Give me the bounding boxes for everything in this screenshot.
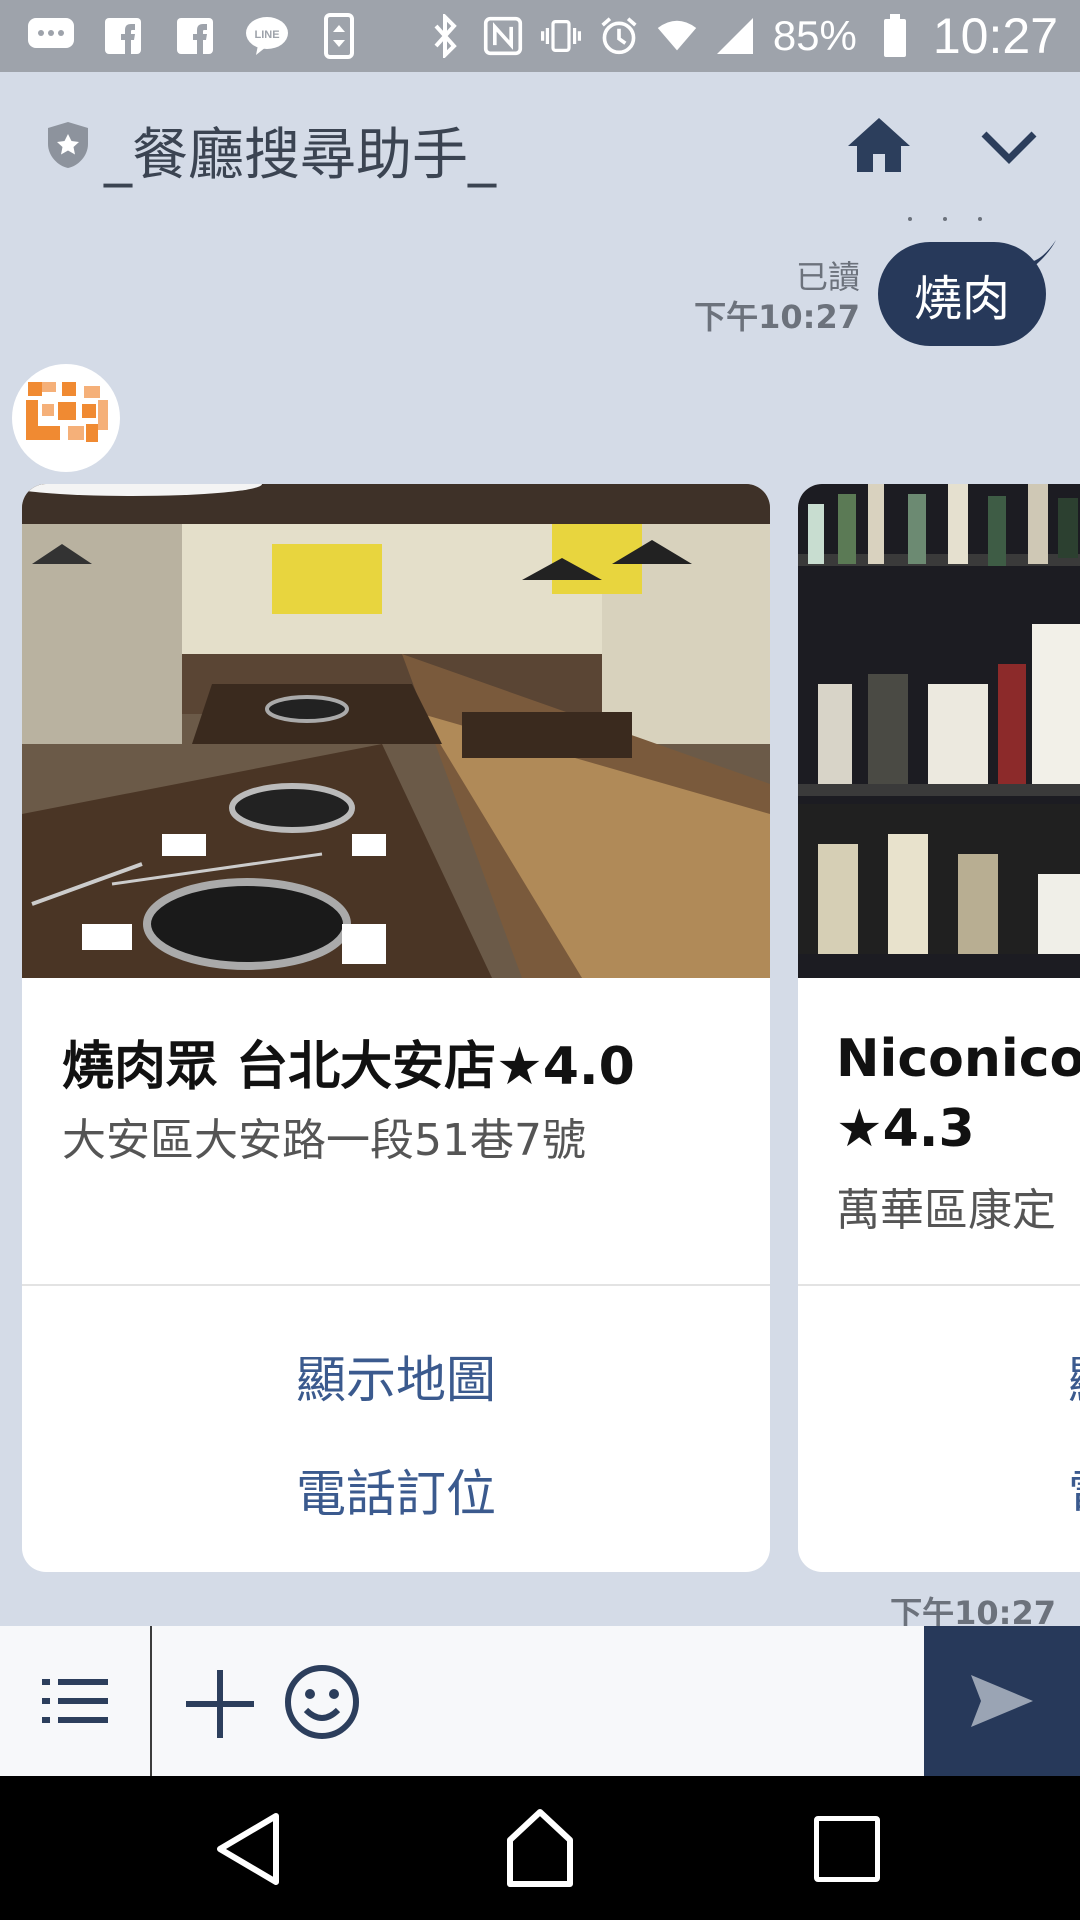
chat-header: _餐廳搜尋助手_ (0, 72, 1080, 212)
restaurant-address: 大安區大安路一段51巷7號 (62, 1115, 586, 1166)
alarm-icon (599, 13, 639, 59)
line-app-icon: LINE (242, 12, 292, 60)
screen-rotate-icon (314, 12, 364, 60)
home-icon[interactable] (844, 110, 914, 180)
chevron-down-icon[interactable] (978, 118, 1040, 174)
input-bar (0, 1626, 1080, 1776)
restaurant-card[interactable]: 燒肉眾 台北大安店★4.0 大安區大安路一段51巷7號 顯示地圖 電話訂位 (22, 484, 770, 1572)
divider (22, 1284, 770, 1286)
battery-percent: 85% (772, 12, 857, 59)
restaurant-name-line: Niconico Y (836, 1029, 1080, 1089)
chat-area[interactable]: 已讀 下午10:27 燒肉 燒肉眾 台北大安店★4.0 大安區大安路一段51巷7… (0, 212, 1080, 1626)
notification-icons: LINE (26, 12, 364, 60)
facebook-icon (170, 12, 220, 60)
scroll-fade (900, 212, 1010, 224)
sent-time: 下午10:27 (694, 298, 860, 336)
shield-badge-icon (46, 120, 90, 170)
restaurant-rating: ★4.3 (836, 1099, 975, 1159)
status-bar: LINE 85% 10:27 (0, 0, 1080, 72)
cell-signal-icon (715, 13, 755, 59)
restaurant-name: 燒肉眾 台北大安店★4.0 (62, 1037, 635, 1097)
clock: 10:27 (932, 8, 1058, 64)
plus-icon[interactable] (180, 1664, 260, 1744)
received-time: 下午10:27 (890, 1594, 1056, 1626)
show-map-button[interactable]: 顯示地圖 (22, 1340, 770, 1412)
bot-avatar[interactable] (12, 364, 120, 472)
page-title: _餐廳搜尋助手_ (104, 123, 496, 188)
vibrate-icon (540, 13, 581, 59)
divider (798, 1284, 1080, 1286)
phone-reserve-button[interactable]: 電 (1068, 1454, 1080, 1526)
bluetooth-icon (425, 13, 465, 59)
svg-text:LINE: LINE (254, 29, 279, 41)
restaurant-photo[interactable] (22, 484, 770, 978)
system-icons: 85% 10:27 (425, 6, 1058, 66)
restaurant-address: 萬華區康定 (836, 1185, 1056, 1236)
phone-reserve-button[interactable]: 電話訂位 (22, 1454, 770, 1526)
restaurant-photo[interactable] (798, 484, 1080, 978)
back-icon[interactable] (212, 1810, 284, 1888)
send-button[interactable] (924, 1626, 1080, 1776)
facebook-icon (98, 12, 148, 60)
menu-list-icon[interactable] (0, 1626, 150, 1776)
send-icon (971, 1675, 1033, 1727)
nfc-icon (483, 13, 523, 59)
restaurant-name: Niconico Y ★4.3 (836, 1024, 1080, 1164)
battery-icon (875, 13, 915, 59)
restaurant-card[interactable]: Niconico Y ★4.3 萬華區康定 顯 電 (798, 484, 1080, 1572)
chat-dots-icon (26, 12, 76, 60)
show-map-button[interactable]: 顯 (1068, 1340, 1080, 1412)
sent-message-bubble[interactable]: 燒肉 (878, 242, 1046, 346)
recents-icon[interactable] (814, 1816, 880, 1882)
emoji-icon[interactable] (282, 1662, 362, 1742)
system-nav-bar (0, 1776, 1080, 1920)
wifi-icon (657, 13, 697, 59)
home-outline-icon[interactable] (506, 1806, 574, 1888)
separator (150, 1626, 152, 1776)
